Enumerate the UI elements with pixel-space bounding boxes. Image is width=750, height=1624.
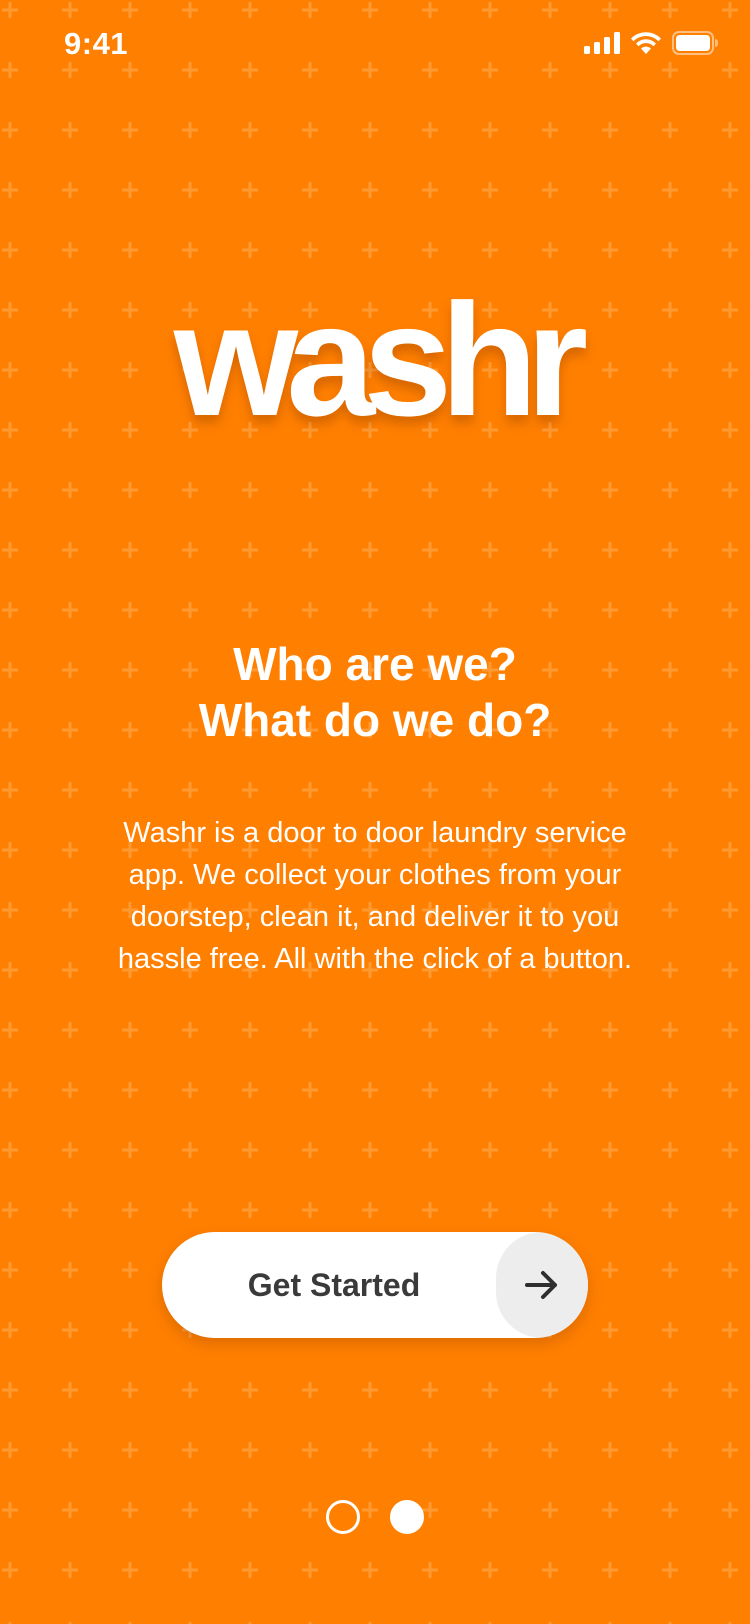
get-started-label: Get Started [247, 1267, 421, 1303]
battery-icon [672, 30, 718, 60]
page-dot-2-active[interactable] [390, 1500, 424, 1534]
get-started-button[interactable]: Get Started [162, 1232, 588, 1338]
status-bar: 9:41 [0, 0, 750, 90]
status-icons [584, 30, 718, 60]
arrow-button[interactable] [496, 1232, 588, 1338]
arrow-right-icon [525, 1271, 557, 1299]
onboarding-description: Washr is a door to door laundry service … [117, 817, 633, 975]
washr-logo: washr [173, 270, 588, 449]
headline-line-1: Who are we? [233, 638, 517, 690]
page-indicator [0, 1500, 750, 1534]
onboarding-screen: 9:41 washr Who are we? What do we do? Wa… [0, 0, 750, 1624]
wifi-icon [630, 31, 662, 60]
status-time: 9:41 [64, 26, 129, 61]
onboarding-headline: Who are we? What do we do? [0, 636, 750, 748]
headline-line-2: What do we do? [198, 694, 552, 746]
page-dot-1[interactable] [326, 1500, 360, 1534]
cellular-signal-icon [584, 31, 620, 59]
